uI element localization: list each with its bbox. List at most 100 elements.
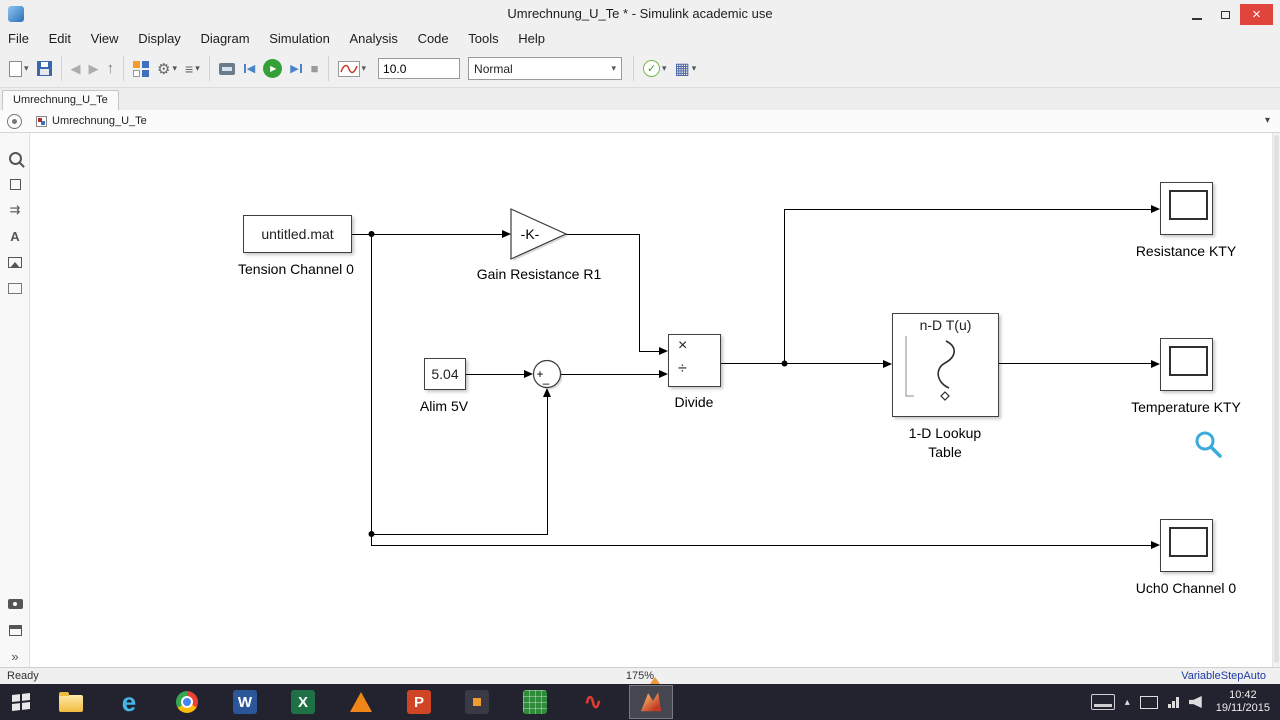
- taskbar-signal-app[interactable]: ∿: [571, 685, 615, 719]
- new-model-button[interactable]: ▾: [6, 56, 32, 82]
- area-box-button[interactable]: [4, 278, 26, 298]
- menu-code[interactable]: Code: [410, 28, 457, 50]
- save-icon: [36, 61, 52, 76]
- build-button[interactable]: ▦ ▾: [672, 56, 700, 82]
- fit-view-button[interactable]: [4, 174, 26, 194]
- step-forward-icon: ▶: [290, 63, 299, 75]
- model-settings-button[interactable]: ⚙ ▾: [154, 56, 180, 82]
- tab-umrechnung[interactable]: Umrechnung_U_Te: [2, 90, 119, 110]
- signal-routing-button[interactable]: ⇉: [4, 200, 26, 220]
- taskbar-powerpoint[interactable]: P: [397, 685, 441, 719]
- zoom-tool-button[interactable]: [4, 148, 26, 168]
- menu-display[interactable]: Display: [130, 28, 189, 50]
- step-back-bar-icon: [243, 64, 246, 73]
- breadcrumb-path[interactable]: Umrechnung_U_Te: [52, 110, 147, 132]
- taskbar-chrome[interactable]: [165, 685, 209, 719]
- update-diagram-button[interactable]: ✓ ▾: [640, 56, 670, 82]
- annotation-button[interactable]: A: [4, 226, 26, 246]
- run-button[interactable]: ▶: [260, 56, 285, 82]
- circuit-board-icon: [523, 690, 547, 714]
- viewmarks-button[interactable]: [4, 620, 26, 640]
- search-icon[interactable]: [1193, 429, 1223, 459]
- library-browser-button[interactable]: [130, 56, 152, 82]
- window-title: Umrechnung_U_Te * - Simulink academic us…: [507, 6, 773, 21]
- divide-block[interactable]: × ÷: [668, 334, 721, 387]
- sim-mode-select[interactable]: Normal ▾: [468, 57, 623, 80]
- forward-button[interactable]: ▶: [86, 56, 102, 82]
- lookup-label: 1-D Lookup Table: [908, 425, 982, 460]
- step-forward-button[interactable]: ▶: [287, 56, 305, 82]
- library-browser-icon: [133, 60, 150, 77]
- close-button[interactable]: ×: [1240, 4, 1273, 25]
- taskbar-internet-explorer[interactable]: e: [107, 685, 151, 719]
- tab-label: Umrechnung_U_Te: [13, 94, 108, 106]
- solver-indicator[interactable]: VariableStepAuto: [1181, 670, 1266, 682]
- from-file-block[interactable]: untitled.mat: [243, 215, 352, 253]
- tool-palette: ⇉ A »: [0, 133, 30, 667]
- system-tray: ▴ 10:42 19/11/2015: [1090, 689, 1280, 715]
- hardware-button[interactable]: [216, 56, 238, 82]
- tray-volume-icon[interactable]: [1188, 696, 1202, 708]
- tray-clock[interactable]: 10:42 19/11/2015: [1216, 689, 1270, 715]
- scope-temperature-block[interactable]: [1160, 338, 1213, 391]
- menu-tools[interactable]: Tools: [460, 28, 506, 50]
- image-button[interactable]: [4, 252, 26, 272]
- internet-explorer-icon: e: [121, 687, 137, 717]
- menu-file[interactable]: File: [0, 28, 37, 50]
- constant-block[interactable]: 5.04: [424, 358, 466, 390]
- stop-button[interactable]: ■: [308, 56, 322, 82]
- chevron-down-icon[interactable]: ▾: [1265, 110, 1270, 132]
- divide-divide-sign: ÷: [678, 360, 687, 377]
- up-button[interactable]: ↑: [104, 56, 118, 82]
- model-block-icon: [36, 116, 47, 127]
- taskbar-file-explorer[interactable]: [49, 685, 93, 719]
- touch-keyboard-icon[interactable]: [1090, 694, 1115, 710]
- tray-network-icon[interactable]: [1167, 696, 1179, 708]
- gear-icon: ⚙: [157, 60, 171, 78]
- taskbar-vlc[interactable]: [339, 685, 383, 719]
- taskbar-excel[interactable]: X: [281, 685, 325, 719]
- step-back-button[interactable]: ◀: [240, 56, 258, 82]
- taskbar-app-dark[interactable]: [455, 685, 499, 719]
- taskbar-simulink-active[interactable]: [629, 685, 673, 719]
- scope-screen-icon: [1169, 190, 1208, 220]
- taskbar-circuit-app[interactable]: [513, 685, 557, 719]
- maximize-button[interactable]: [1211, 4, 1240, 25]
- zoom-level: 175%: [625, 670, 655, 682]
- expand-palette-button[interactable]: »: [4, 646, 26, 666]
- step-back-icon: ◀: [246, 63, 256, 75]
- scope-resistance-block[interactable]: [1160, 182, 1213, 235]
- gain-block[interactable]: -K-: [510, 208, 568, 260]
- menu-view[interactable]: View: [83, 28, 127, 50]
- save-button[interactable]: [34, 56, 55, 82]
- scope-uch0-block[interactable]: [1160, 519, 1213, 572]
- start-button[interactable]: [0, 684, 42, 720]
- minimize-button[interactable]: [1182, 4, 1211, 25]
- window-controls: ×: [1182, 4, 1273, 25]
- scope-screen-icon: [1169, 346, 1208, 376]
- tray-chevron-up-icon[interactable]: ▴: [1125, 697, 1130, 708]
- word-icon: W: [233, 690, 257, 714]
- taskbar-word[interactable]: W: [223, 685, 267, 719]
- model-canvas[interactable]: -K- + – untitled.mat Tension Channel 0 G…: [30, 133, 1272, 667]
- scrollbar-thumb[interactable]: [1274, 135, 1279, 663]
- menu-edit[interactable]: Edit: [41, 28, 79, 50]
- step-forward-bar-icon: [299, 64, 302, 73]
- screenshot-button[interactable]: [4, 594, 26, 614]
- tray-display-icon[interactable]: [1139, 695, 1158, 709]
- model-explorer-button[interactable]: ≡ ▾: [182, 56, 203, 82]
- menu-diagram[interactable]: Diagram: [192, 28, 257, 50]
- sim-stop-time-input[interactable]: [378, 58, 461, 79]
- menu-simulation[interactable]: Simulation: [261, 28, 338, 50]
- menu-analysis[interactable]: Analysis: [342, 28, 406, 50]
- menu-help[interactable]: Help: [510, 28, 553, 50]
- back-icon: ◀: [70, 60, 81, 76]
- simulation-display-button[interactable]: ▾: [335, 56, 370, 82]
- vertical-scrollbar[interactable]: [1272, 133, 1280, 667]
- wire-arrows: [502, 205, 1160, 549]
- constant-label: Alim 5V: [419, 398, 469, 414]
- scope-screen-icon: [1169, 527, 1208, 557]
- lookup-table-block[interactable]: n-D T(u): [892, 313, 999, 417]
- toggle-browser-icon[interactable]: [7, 114, 22, 129]
- back-button[interactable]: ◀: [68, 56, 84, 82]
